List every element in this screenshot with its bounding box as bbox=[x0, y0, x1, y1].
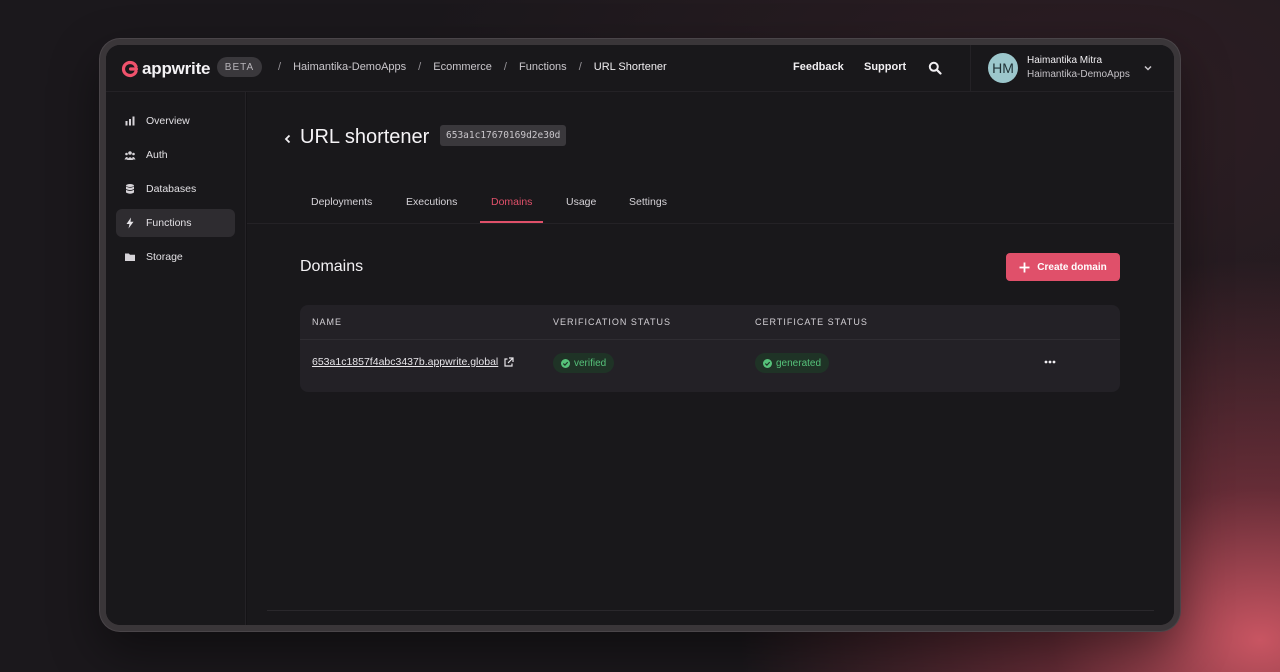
top-header: appwrite BETA / Haimantika-DemoApps / Ec… bbox=[106, 45, 1174, 92]
check-circle-icon bbox=[763, 358, 772, 368]
breadcrumb-current: URL Shortener bbox=[593, 61, 667, 73]
domain-link[interactable]: 653a1c1857f4abc3437b.appwrite.global bbox=[312, 356, 514, 368]
external-link-icon bbox=[504, 356, 514, 367]
brand-name: appwrite bbox=[142, 59, 211, 78]
beta-badge: BETA bbox=[217, 57, 262, 77]
sidebar-item-storage[interactable]: Storage bbox=[116, 243, 235, 271]
user-name: Haimantika Mitra bbox=[1027, 55, 1103, 66]
main-content: URL shortener 653a1c17670169d2e30d Deplo… bbox=[247, 92, 1174, 625]
create-domain-label: Create domain bbox=[1037, 261, 1107, 273]
sidebar-item-label: Databases bbox=[146, 183, 197, 195]
avatar: HM bbox=[988, 53, 1018, 83]
sidebar-item-overview[interactable]: Overview bbox=[116, 107, 235, 135]
folder-icon bbox=[125, 253, 135, 261]
sidebar: Overview Auth Databases Functions Storag… bbox=[106, 92, 246, 625]
sidebar-item-databases[interactable]: Databases bbox=[116, 175, 235, 203]
active-tab-indicator bbox=[480, 221, 543, 223]
sidebar-item-label: Functions bbox=[146, 217, 192, 229]
sidebar-item-label: Storage bbox=[146, 251, 183, 263]
database-icon bbox=[125, 184, 135, 194]
tab-domains[interactable]: Domains bbox=[491, 196, 532, 208]
domains-table: NAME VERIFICATION STATUS CERTIFICATE STA… bbox=[300, 305, 1120, 392]
section-title: Domains bbox=[300, 258, 364, 275]
user-menu[interactable]: HM Haimantika Mitra Haimantika-DemoApps bbox=[970, 45, 1172, 92]
breadcrumb-org[interactable]: Haimantika-DemoApps bbox=[293, 61, 406, 73]
appwrite-logo-icon bbox=[121, 60, 138, 78]
column-header-verification: VERIFICATION STATUS bbox=[553, 317, 672, 327]
tab-executions[interactable]: Executions bbox=[406, 196, 457, 208]
feedback-link[interactable]: Feedback bbox=[793, 61, 844, 73]
breadcrumb: / Haimantika-DemoApps / Ecommerce / Func… bbox=[278, 61, 667, 73]
column-header-name: NAME bbox=[312, 317, 343, 327]
check-circle-icon bbox=[561, 358, 570, 368]
domain-name-cell: 653a1c1857f4abc3437b.appwrite.global bbox=[312, 356, 514, 368]
page-title: URL shortener bbox=[300, 126, 430, 148]
search-icon[interactable] bbox=[928, 61, 942, 75]
certificate-status-badge: generated bbox=[755, 353, 830, 373]
user-org: Haimantika-DemoApps bbox=[1027, 69, 1130, 80]
create-domain-button[interactable]: Create domain bbox=[1006, 253, 1120, 281]
breadcrumb-project[interactable]: Ecommerce bbox=[433, 61, 492, 73]
tab-deployments[interactable]: Deployments bbox=[311, 196, 372, 208]
function-id-badge[interactable]: 653a1c17670169d2e30d bbox=[440, 125, 567, 146]
lightning-icon bbox=[126, 217, 134, 229]
plus-icon bbox=[1019, 262, 1030, 272]
table-header: NAME VERIFICATION STATUS CERTIFICATE STA… bbox=[300, 305, 1120, 340]
sidebar-item-label: Overview bbox=[146, 115, 190, 127]
appwrite-logo[interactable]: appwrite bbox=[121, 59, 211, 79]
device-frame: appwrite BETA / Haimantika-DemoApps / Ec… bbox=[100, 39, 1180, 631]
more-options-icon[interactable] bbox=[1043, 357, 1057, 367]
footer-divider bbox=[267, 610, 1154, 611]
back-arrow-icon[interactable] bbox=[283, 132, 293, 146]
verification-status-badge: verified bbox=[553, 353, 615, 373]
sidebar-item-auth[interactable]: Auth bbox=[116, 141, 235, 169]
column-header-certificate: CERTIFICATE STATUS bbox=[755, 317, 868, 327]
users-icon bbox=[124, 151, 136, 160]
chevron-down-icon bbox=[1144, 65, 1152, 71]
tab-bar: Deployments Executions Domains Usage Set… bbox=[247, 190, 1174, 224]
sidebar-item-functions[interactable]: Functions bbox=[116, 209, 235, 237]
support-link[interactable]: Support bbox=[864, 61, 906, 73]
breadcrumb-functions[interactable]: Functions bbox=[519, 61, 567, 73]
sidebar-item-label: Auth bbox=[146, 149, 168, 161]
bar-chart-icon bbox=[125, 116, 135, 126]
app-window: appwrite BETA / Haimantika-DemoApps / Ec… bbox=[106, 45, 1174, 625]
tab-settings[interactable]: Settings bbox=[629, 196, 667, 208]
tab-usage[interactable]: Usage bbox=[566, 196, 596, 208]
